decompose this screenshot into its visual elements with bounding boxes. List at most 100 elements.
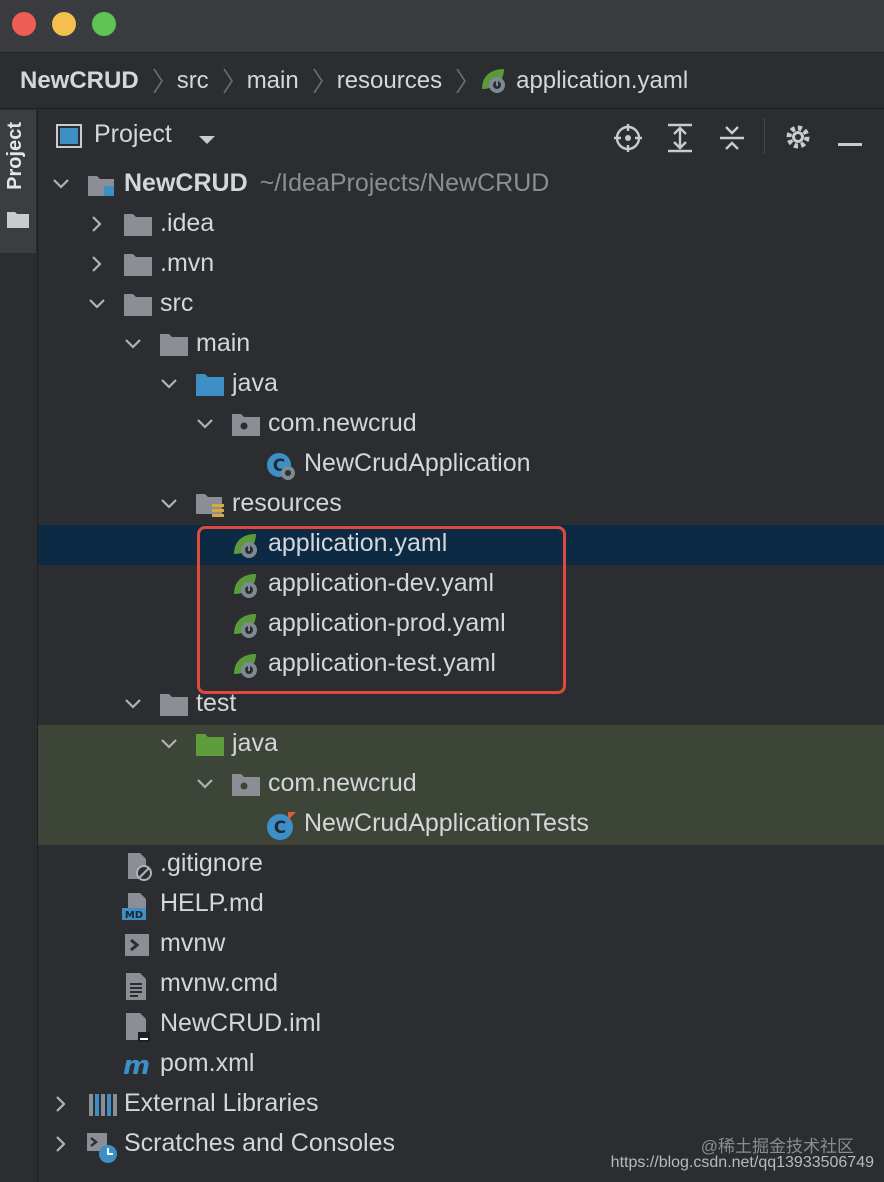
source-folder-icon [196,372,224,401]
breadcrumb-main[interactable]: main [247,67,299,95]
chevron-down-icon[interactable] [196,775,214,798]
minimize-window-button[interactable] [52,12,76,36]
tree-row-main-class[interactable]: C NewCrudApplication [38,445,884,485]
tree-row-test-class[interactable]: C NewCrudApplicationTests [38,805,884,845]
tree-row-src[interactable]: src [38,285,884,325]
maven-icon: m [122,1051,156,1085]
tree-row-iml[interactable]: NewCRUD.iml [38,1005,884,1045]
chevron-down-icon[interactable] [124,695,142,718]
project-view-icon [56,124,82,153]
gear-icon[interactable] [784,123,812,156]
tree-label: pom.xml [160,1049,255,1077]
chevron-down-icon[interactable] [124,335,142,358]
close-window-button[interactable] [12,12,36,36]
tree-row-root[interactable]: NewCRUD ~/IdeaProjects/NewCRUD [38,165,884,205]
tree-row-gitignore[interactable]: .gitignore [38,845,884,885]
svg-text:MD: MD [125,910,143,921]
locate-file-icon[interactable] [613,123,643,158]
window-titlebar [0,0,884,53]
tree-label: mvnw.cmd [160,969,279,997]
tree-label: NewCRUD ~/IdeaProjects/NewCRUD [124,169,549,198]
tree-label: main [196,329,251,357]
breadcrumb-resources[interactable]: resources [337,67,442,95]
tree-label: com.newcrud [268,409,417,437]
folder-icon [124,292,152,321]
scratches-icon [86,1132,118,1169]
ignore-file-icon [124,852,154,887]
breadcrumb-src[interactable]: src [177,67,209,95]
tree-row-external-libraries[interactable]: External Libraries [38,1085,884,1125]
chevron-down-icon[interactable] [52,175,70,198]
tree-row-idea[interactable]: .idea [38,205,884,245]
tree-label: com.newcrud [268,769,417,797]
toolbar-divider [764,118,765,154]
project-tool-tab-label: Project [4,122,26,190]
tree-label: NewCRUD.iml [160,1009,322,1037]
tree-label: mvnw [160,929,226,957]
chevron-right-icon[interactable] [88,215,106,238]
annotation-highlight-box [197,526,566,694]
chevron-right-icon [313,68,323,94]
collapse-all-icon[interactable] [718,123,746,158]
breadcrumb-file[interactable]: application.yaml [516,67,688,95]
tree-label: Scratches and Consoles [124,1129,395,1157]
markdown-file-icon: MD [122,892,154,927]
chevron-right-icon[interactable] [88,255,106,278]
module-folder-icon [88,172,116,203]
folder-icon [160,332,188,361]
chevron-down-icon[interactable] [160,375,178,398]
tree-label: .idea [160,209,215,237]
project-root-name: NewCRUD [124,169,248,197]
tree-label: NewCrudApplication [304,449,531,477]
tree-row-mvnw[interactable]: mvnw [38,925,884,965]
tree-label: resources [232,489,342,517]
chevron-down-icon[interactable] [198,132,216,150]
tree-row-main-package[interactable]: com.newcrud [38,405,884,445]
chevron-right-icon [456,68,467,94]
left-tool-strip: Project [0,110,38,1182]
tree-row-test-package[interactable]: com.newcrud [38,765,884,805]
module-file-icon [124,1012,152,1047]
spring-config-icon [480,67,510,95]
tree-row-mvnw-cmd[interactable]: mvnw.cmd [38,965,884,1005]
watermark-url: https://blog.csdn.net/qq13933506749 [610,1154,874,1171]
chevron-right-icon[interactable] [52,1095,70,1118]
project-view-title[interactable]: Project [94,120,172,149]
project-tool-tab[interactable]: Project [0,110,36,253]
libraries-icon [88,1092,118,1123]
navigation-breadcrumb: NewCRUD src main resources application.y… [0,53,884,109]
folder-icon [160,692,188,721]
chevron-down-icon[interactable] [160,495,178,518]
chevron-down-icon[interactable] [196,415,214,438]
hide-panel-icon[interactable] [838,134,862,152]
folder-icon [124,252,152,281]
tree-label: HELP.md [160,889,264,917]
tree-row-main[interactable]: main [38,325,884,365]
chevron-down-icon[interactable] [160,735,178,758]
spring-boot-class-icon: C [266,452,298,487]
tree-label: src [160,289,194,317]
tree-label: .mvn [160,249,215,277]
svg-text:m: m [123,1052,150,1080]
text-file-icon [124,972,150,1007]
expand-all-icon[interactable] [666,123,694,158]
tree-row-test-java[interactable]: java [38,725,884,765]
resources-folder-icon [196,492,226,523]
tree-row-main-java[interactable]: java [38,365,884,405]
tree-label: External Libraries [124,1089,319,1117]
chevron-right-icon[interactable] [52,1135,70,1158]
tree-row-help-md[interactable]: MD HELP.md [38,885,884,925]
folder-icon [124,212,152,241]
breadcrumb-project[interactable]: NewCRUD [20,67,139,95]
zoom-window-button[interactable] [92,12,116,36]
chevron-down-icon[interactable] [88,295,106,318]
test-source-folder-icon [196,732,224,761]
tree-label: java [232,369,278,397]
test-class-icon: C [266,812,298,847]
tree-row-mvn[interactable]: .mvn [38,245,884,285]
tree-row-resources[interactable]: resources [38,485,884,525]
tree-label: .gitignore [160,849,263,877]
folder-icon [7,210,29,233]
package-icon [232,772,260,801]
tree-row-pom[interactable]: m pom.xml [38,1045,884,1085]
